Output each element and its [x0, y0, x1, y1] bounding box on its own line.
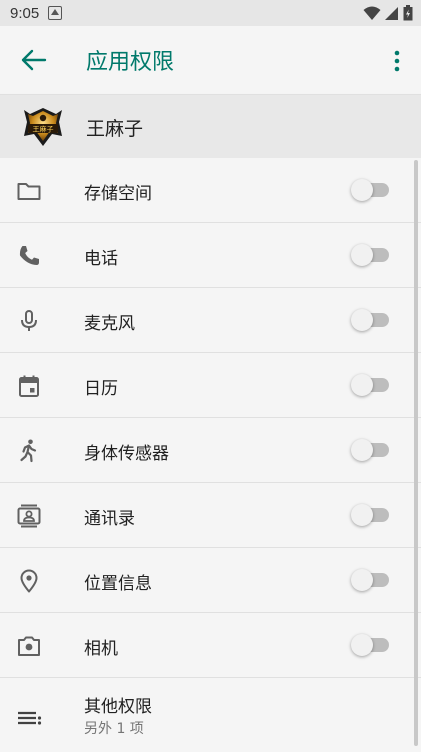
status-icons	[363, 5, 413, 21]
app-bar: 应用权限	[0, 26, 421, 94]
app-header: 王麻子 王麻子	[0, 94, 421, 159]
permission-toggle-storage[interactable]	[351, 179, 391, 201]
permission-toggle-calendar[interactable]	[351, 374, 391, 396]
permission-label: 相机	[84, 639, 118, 659]
permission-toggle-contacts[interactable]	[351, 504, 391, 526]
permission-contacts[interactable]: 通讯录	[0, 483, 421, 548]
permission-label: 存储空间	[84, 184, 152, 204]
page-title: 应用权限	[86, 50, 175, 75]
location-pin-icon	[20, 569, 38, 593]
permission-toggle-microphone[interactable]	[351, 309, 391, 331]
permission-label: 麦克风	[84, 314, 135, 334]
permission-label: 身体传感器	[84, 444, 169, 464]
folder-icon	[17, 183, 41, 200]
other-permissions-count: 另外 1 项	[84, 721, 144, 737]
signal-icon	[385, 6, 398, 20]
battery-icon	[403, 5, 413, 21]
permission-label: 日历	[84, 379, 118, 399]
permission-calendar[interactable]: 日历	[0, 353, 421, 418]
back-arrow-icon	[21, 49, 47, 71]
camera-icon	[18, 636, 40, 656]
permission-body-sensors[interactable]: 身体传感器	[0, 418, 421, 483]
notification-icon	[48, 6, 63, 20]
permission-label: 位置信息	[84, 574, 152, 594]
permission-toggle-location[interactable]	[351, 569, 391, 591]
permission-phone[interactable]: 电话	[0, 223, 421, 288]
other-permissions[interactable]: 其他权限 另外 1 项	[0, 678, 421, 752]
permission-toggle-camera[interactable]	[351, 634, 391, 656]
wifi-icon	[363, 6, 381, 20]
back-button[interactable]	[20, 48, 48, 72]
permission-camera[interactable]: 相机	[0, 613, 421, 678]
svg-text:王麻子: 王麻子	[33, 125, 54, 134]
contacts-icon	[17, 504, 41, 528]
permission-label: 通讯录	[84, 509, 135, 529]
status-bar: 9:05	[0, 0, 421, 26]
list-icon	[18, 711, 42, 725]
permission-list: 存储空间 电话 麦克风 日历 身体传感器 通讯录 位置信息 相机 其他权限 另外…	[0, 158, 421, 752]
permission-location[interactable]: 位置信息	[0, 548, 421, 613]
status-time: 9:05	[10, 4, 40, 22]
permission-storage[interactable]: 存储空间	[0, 158, 421, 223]
permission-microphone[interactable]: 麦克风	[0, 288, 421, 353]
app-name: 王麻子	[86, 118, 144, 140]
more-options-button[interactable]	[387, 48, 407, 74]
phone-icon	[19, 246, 39, 265]
microphone-icon	[21, 310, 37, 331]
calendar-icon	[19, 375, 39, 397]
permission-label: 电话	[84, 249, 118, 269]
scrollbar[interactable]	[414, 160, 418, 746]
other-permissions-label: 其他权限	[84, 697, 152, 717]
permission-toggle-body-sensors[interactable]	[351, 439, 391, 461]
permission-toggle-phone[interactable]	[351, 244, 391, 266]
walking-person-icon	[20, 439, 37, 463]
app-icon: 王麻子	[24, 108, 62, 146]
more-vert-icon	[394, 50, 400, 72]
